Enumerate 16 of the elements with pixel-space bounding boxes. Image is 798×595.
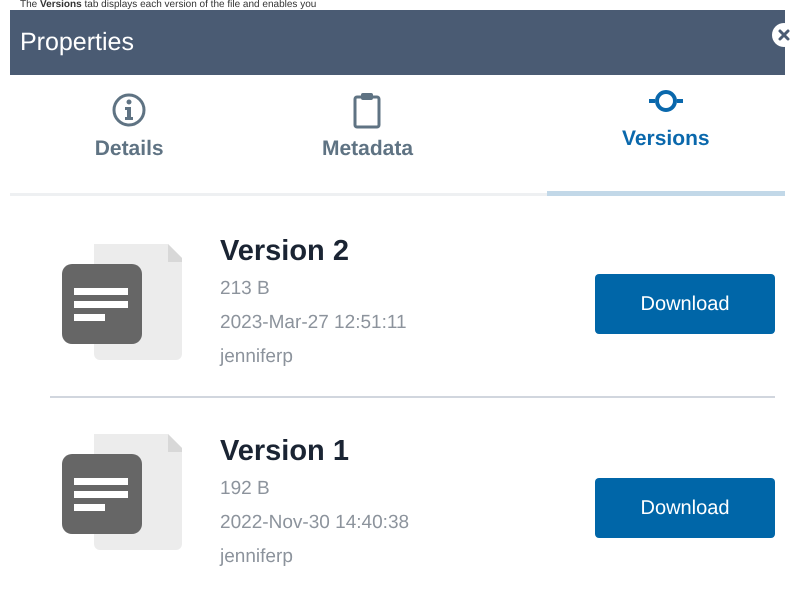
version-date: 2023-Mar-27 12:51:11 [220,311,408,335]
file-size: 192 B [220,477,271,501]
version-name: Version 2 [220,234,350,268]
version-author: jenniferp [220,545,294,569]
version-date: 2022-Nov-30 14:40:38 [220,511,410,535]
caption-text: The Versions tab displays each version of the file and enables you [19,0,318,10]
download-button[interactable]: Download [595,274,775,334]
file-size: 213 B [220,277,271,301]
download-button[interactable]: Download [595,478,775,538]
info-icon [112,91,146,129]
tab[interactable]: Details [10,75,248,196]
tab[interactable]: Versions [546,75,785,196]
version-name: Version 1 [220,434,350,468]
tab[interactable]: Metadata [248,75,487,196]
panel-title: Properties [20,28,134,57]
version-author: jenniferp [220,345,294,369]
